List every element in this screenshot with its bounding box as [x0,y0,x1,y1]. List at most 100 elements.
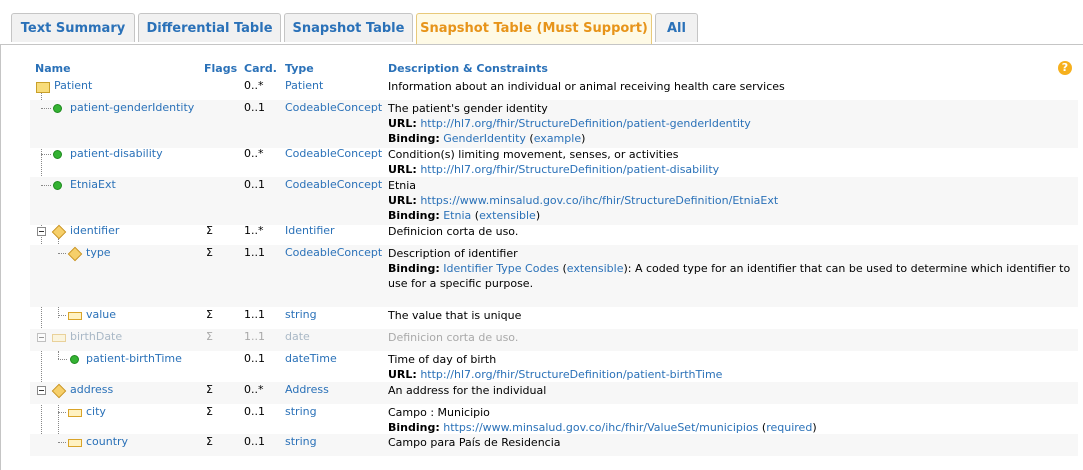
table-row: patient-birthTime 0..1 dateTime Time of … [30,351,1078,383]
help-icon[interactable]: ? [1058,61,1072,75]
description: The patient's gender identity URL: http:… [388,101,1076,146]
tab-bar: Text Summary Differential Table Snapshot… [0,0,1083,45]
tree-branch [58,442,66,443]
description: Definicion corta de uso. [388,331,519,344]
type-link[interactable]: dateTime [285,352,337,365]
collapse-toggle-icon[interactable] [37,386,46,395]
element-name[interactable]: patient-genderIdentity [70,101,194,114]
primitive-icon [68,409,82,417]
type-link[interactable]: CodeableConcept [285,178,382,191]
url-link[interactable]: http://hl7.org/fhir/StructureDefinition/… [420,163,719,176]
table-row: identifier Σ 1..* Identifier Definicion … [30,223,1078,245]
extension-dot-icon [70,355,79,364]
table-row: EtniaExt 0..1 CodeableConcept Etnia URL:… [30,177,1078,225]
cardinality: 0..1 [244,178,265,191]
description-text: Time of day of birth [388,353,497,366]
type-link[interactable]: string [285,308,317,321]
type-link[interactable]: Patient [285,79,323,92]
element-name[interactable]: type [86,246,111,259]
url-link[interactable]: http://hl7.org/fhir/StructureDefinition/… [420,368,722,381]
type-link[interactable]: CodeableConcept [285,147,382,160]
binding-strength-link[interactable]: extensible [479,209,536,222]
collapse-toggle-icon[interactable] [37,333,46,342]
description: Description of identifier Binding: Ident… [388,246,1076,291]
header-description: Description & Constraints [388,62,548,75]
description-text: The patient's gender identity [388,102,548,115]
element-name[interactable]: country [86,435,128,448]
description-text: Etnia [388,179,417,192]
folder-icon [36,82,50,93]
binding-strength-link[interactable]: example [534,132,581,145]
type-link[interactable]: string [285,405,317,418]
description-text: Description of identifier [388,247,518,260]
cardinality: 1..1 [244,308,265,321]
flags: Σ [206,330,213,343]
flags: Σ [206,383,213,396]
binding-link[interactable]: Identifier Type Codes [443,262,559,275]
header-name: Name [35,62,71,75]
tree-branch [58,359,67,360]
binding-label: Binding: [388,262,440,275]
cardinality: 0..1 [244,352,265,365]
tree-branch [41,108,51,109]
table-row: birthDate Σ 1..1 date Definicion corta d… [30,329,1078,351]
table-row: patient-disability 0..* CodeableConcept … [30,146,1078,178]
type-link[interactable]: Address [285,383,329,396]
collapse-toggle-icon[interactable] [37,227,46,236]
tab-snapshot-table[interactable]: Snapshot Table [284,13,413,42]
description-text: Condition(s) limiting movement, senses, … [388,148,679,161]
tree-guide [58,351,59,359]
element-name[interactable]: value [86,308,116,321]
element-name[interactable]: identifier [70,224,119,237]
element-name[interactable]: patient-birthTime [86,352,182,365]
binding-link[interactable]: https://www.minsalud.gov.co/ihc/fhir/Val… [443,421,758,434]
tab-all[interactable]: All [655,13,698,42]
tab-snapshot-table-must-support[interactable]: Snapshot Table (Must Support) [416,13,652,44]
binding-link[interactable]: Etnia [443,209,471,222]
element-name[interactable]: birthDate [70,330,122,343]
description: Etnia URL: https://www.minsalud.gov.co/i… [388,178,1076,223]
type-link[interactable]: string [285,435,317,448]
header-type: Type [285,62,314,75]
element-name[interactable]: address [70,383,113,396]
primitive-icon [52,334,66,342]
element-name[interactable]: patient-disability [70,147,163,160]
table-row: country Σ 0..1 string Campo para País de… [30,434,1078,456]
header-flags: Flags [204,62,238,75]
element-name[interactable]: city [86,405,106,418]
element-name[interactable]: Patient [54,79,92,92]
binding-strength-link[interactable]: extensible [567,262,624,275]
type-link[interactable]: date [285,330,310,343]
extension-dot-icon [53,181,62,190]
url-label: URL: [388,194,417,207]
url-label: URL: [388,163,417,176]
table-row: Patient 0..* Patient Information about a… [30,78,1078,100]
table-row: patient-genderIdentity 0..1 CodeableConc… [30,100,1078,148]
description: The value that is unique [388,309,522,322]
element-name[interactable]: EtniaExt [70,178,116,191]
tree-branch [58,412,66,413]
type-link[interactable]: CodeableConcept [285,101,382,114]
flags: Σ [206,435,213,448]
primitive-icon [68,312,82,320]
cardinality: 1..1 [244,330,265,343]
binding-link[interactable]: GenderIdentity [443,132,526,145]
primitive-icon [68,439,82,447]
type-link[interactable]: CodeableConcept [285,246,382,259]
tree-branch [41,154,51,155]
cardinality: 0..1 [244,435,265,448]
flags: Σ [206,308,213,321]
binding-strength-link[interactable]: required [766,421,812,434]
description: Campo : Municipio Binding: https://www.m… [388,405,1076,435]
table-row: address Σ 0..* Address An address for th… [30,382,1078,404]
datatype-cube-icon [51,224,67,240]
tab-differential-table[interactable]: Differential Table [138,13,281,42]
type-link[interactable]: Identifier [285,224,335,237]
url-label: URL: [388,368,417,381]
url-link[interactable]: http://hl7.org/fhir/StructureDefinition/… [420,117,751,130]
url-link[interactable]: https://www.minsalud.gov.co/ihc/fhir/Str… [420,194,778,207]
tree-branch [41,185,51,186]
cardinality: 0..1 [244,405,265,418]
header-card: Card. [244,62,277,75]
tab-text-summary[interactable]: Text Summary [11,13,135,42]
